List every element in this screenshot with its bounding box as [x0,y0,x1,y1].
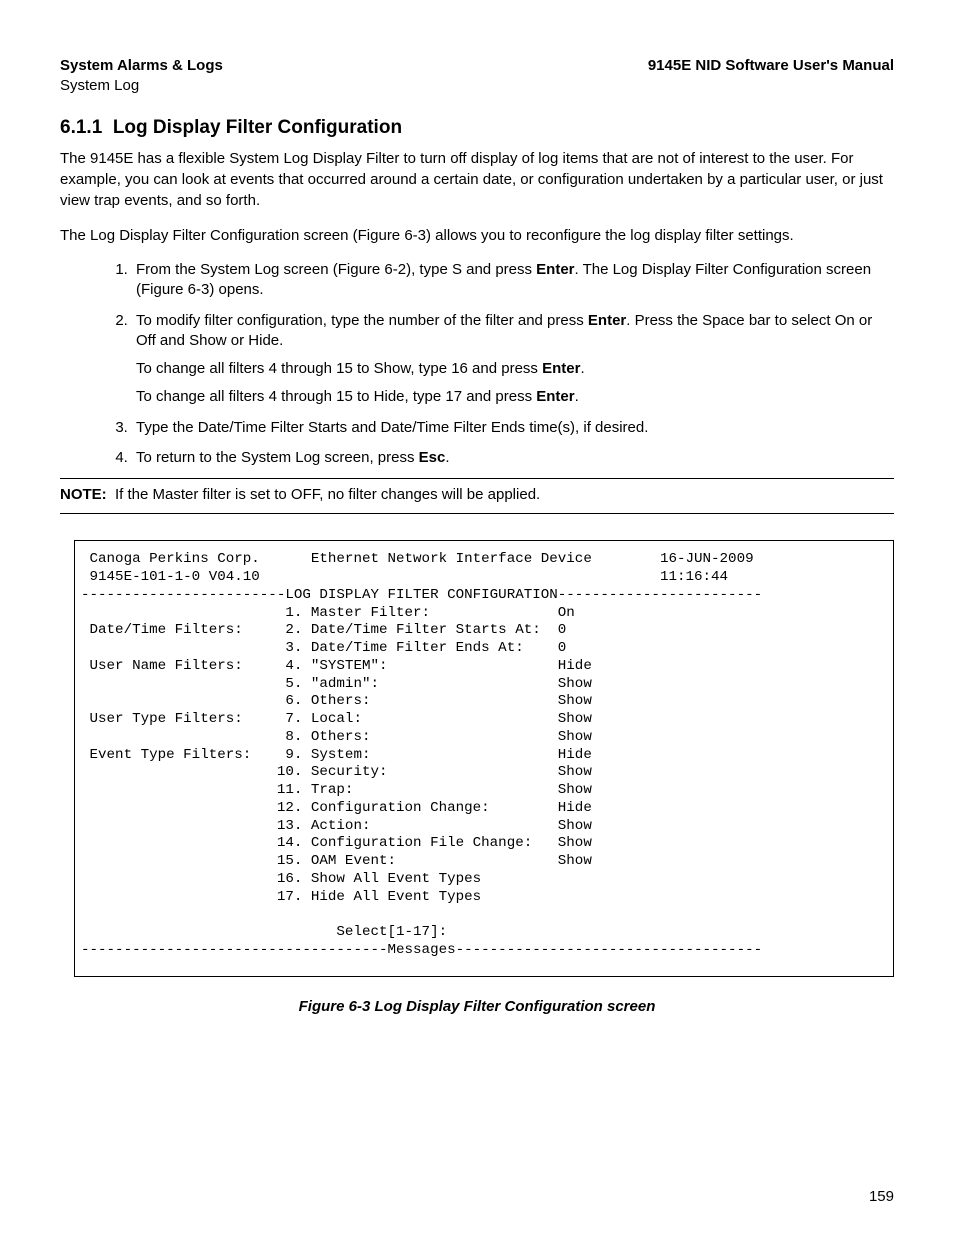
step-3: Type the Date/Time Filter Starts and Dat… [132,418,894,438]
rule-bottom [60,513,894,514]
key-enter: Enter [542,360,580,377]
note-text: If the Master filter is set to OFF, no f… [115,486,540,503]
header-subtitle: System Log [60,76,894,96]
key-enter: Enter [536,388,574,405]
step-4: To return to the System Log screen, pres… [132,448,894,468]
rule-top [60,478,894,479]
section-number: 6.1.1 [60,117,102,138]
steps-list: From the System Log screen (Figure 6-2),… [60,260,894,468]
figure-caption: Figure 6-3 Log Display Filter Configurat… [60,997,894,1017]
step-1: From the System Log screen (Figure 6-2),… [132,260,894,301]
step-2: To modify filter configuration, type the… [132,311,894,408]
key-esc: Esc [419,449,446,466]
section-title: Log Display Filter Configuration [113,117,402,138]
section-heading: 6.1.1 Log Display Filter Configuration [60,115,894,141]
header-right: 9145E NID Software User's Manual [648,56,894,76]
note-label: NOTE: [60,486,107,503]
header-left: System Alarms & Logs [60,56,223,76]
page-number: 159 [60,1187,894,1207]
terminal-screen: Canoga Perkins Corp. Ethernet Network In… [74,540,894,976]
note-line: NOTE: If the Master filter is set to OFF… [60,485,894,505]
page-header: System Alarms & Logs 9145E NID Software … [60,56,894,76]
paragraph-1: The 9145E has a flexible System Log Disp… [60,148,894,211]
paragraph-2: The Log Display Filter Configuration scr… [60,225,894,246]
key-enter: Enter [536,261,574,278]
key-enter: Enter [588,312,626,329]
